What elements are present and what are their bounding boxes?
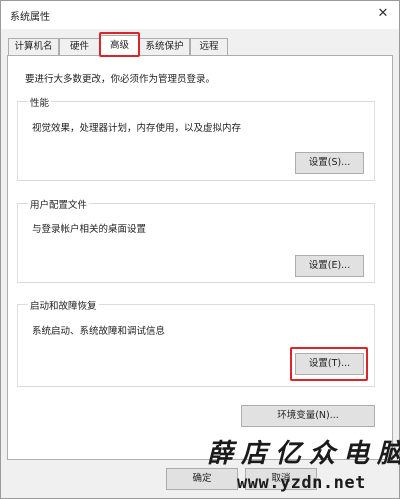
tab-advanced[interactable]: 高级 bbox=[100, 35, 139, 56]
performance-group-title: 性能 bbox=[28, 95, 52, 109]
watermark-url: www.yzdn.net bbox=[237, 473, 366, 493]
user-profiles-description: 与登录帐户相关的桌面设置 bbox=[32, 224, 147, 235]
window-title: 系统属性 bbox=[10, 12, 50, 23]
user-profiles-settings-button[interactable]: 设置(E)... bbox=[295, 255, 364, 277]
user-profiles-group-title: 用户配置文件 bbox=[28, 197, 90, 211]
system-properties-dialog: 系统属性 ✕ 计算机名 硬件 高级 系统保护 远程 要进行大多数更改，你必须作为… bbox=[0, 0, 400, 499]
watermark-text: 薛店亿众电脑 bbox=[207, 439, 400, 469]
tab-system-protection[interactable]: 系统保护 bbox=[139, 38, 190, 56]
startup-recovery-description: 系统启动、系统故障和调试信息 bbox=[32, 326, 166, 337]
ok-button[interactable]: 确定 bbox=[166, 468, 238, 490]
close-icon[interactable]: ✕ bbox=[373, 5, 393, 23]
startup-recovery-settings-button[interactable]: 设置(T)... bbox=[295, 353, 364, 375]
admin-note: 要进行大多数更改，你必须作为管理员登录。 bbox=[25, 74, 216, 85]
tab-computer-name[interactable]: 计算机名 bbox=[8, 38, 59, 56]
tab-strip: 计算机名 硬件 高级 系统保护 远程 bbox=[1, 35, 399, 56]
tab-remote[interactable]: 远程 bbox=[190, 38, 228, 56]
tab-hardware[interactable]: 硬件 bbox=[59, 38, 100, 56]
environment-variables-button[interactable]: 环境变量(N)... bbox=[241, 405, 375, 427]
title-bar: 系统属性 ✕ bbox=[1, 1, 399, 29]
performance-description: 视觉效果，处理器计划，内存使用，以及虚拟内存 bbox=[32, 123, 242, 134]
startup-recovery-group-title: 启动和故障恢复 bbox=[28, 298, 99, 312]
performance-settings-button[interactable]: 设置(S)... bbox=[295, 152, 364, 174]
